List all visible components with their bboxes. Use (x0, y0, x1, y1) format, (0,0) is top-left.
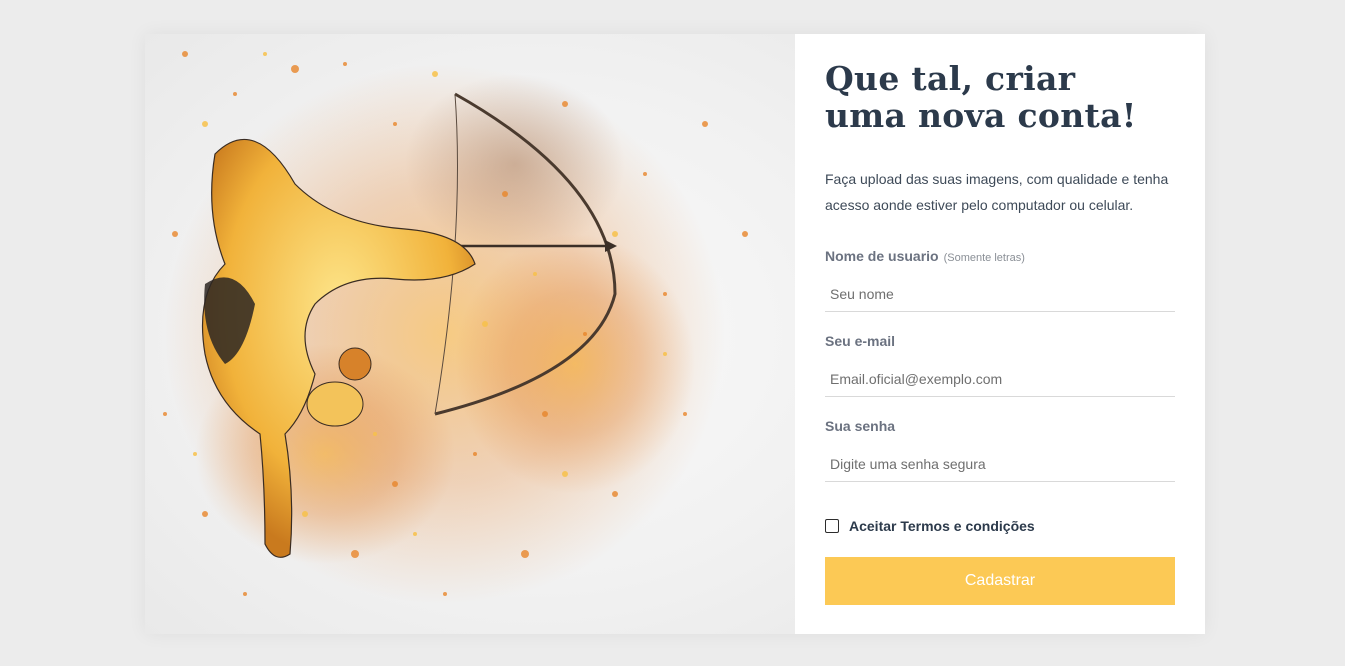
username-input[interactable] (825, 276, 1175, 312)
username-label: Nome de usuario (Somente letras) (825, 248, 1025, 264)
page-title: Que tal, criar uma nova conta! (825, 59, 1137, 135)
terms-row: Aceitar Termos e condições (825, 518, 1035, 534)
signup-form-panel: Que tal, criar uma nova conta! Faça uplo… (795, 34, 1205, 634)
archer-watercolor-image (163, 51, 748, 604)
username-label-text: Nome de usuario (825, 248, 939, 264)
email-label: Seu e-mail (825, 333, 896, 349)
username-hint: (Somente letras) (943, 252, 1025, 264)
terms-checkbox[interactable] (825, 519, 839, 533)
password-input[interactable] (825, 446, 1175, 482)
password-label: Sua senha (825, 418, 896, 434)
signup-button[interactable]: Cadastrar (825, 557, 1175, 605)
signup-card: Que tal, criar uma nova conta! Faça uplo… (145, 34, 1205, 634)
terms-label[interactable]: Aceitar Termos e condições (849, 518, 1035, 534)
archer-illustration (145, 34, 795, 634)
page-description: Faça upload das suas imagens, com qualid… (825, 171, 1169, 213)
email-input[interactable] (825, 361, 1175, 397)
